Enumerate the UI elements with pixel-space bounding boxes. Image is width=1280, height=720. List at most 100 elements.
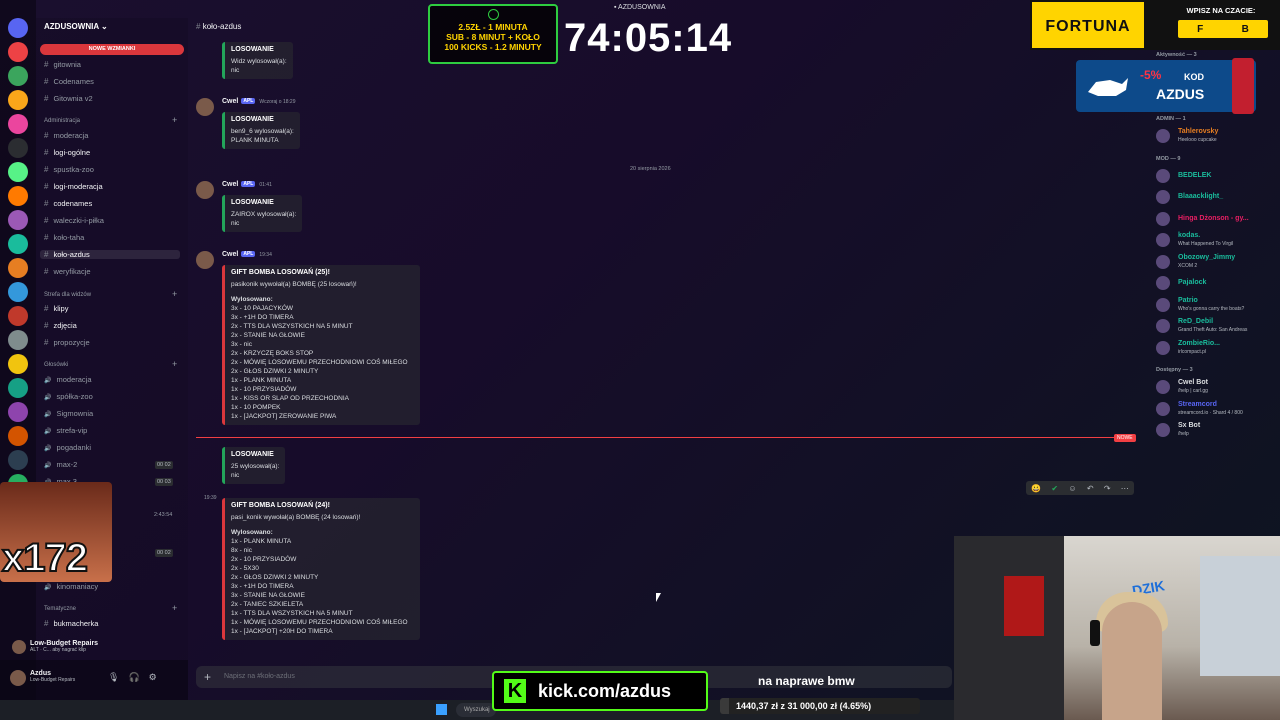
member-row[interactable]: ZombieRio... irlcompact.pl (1156, 340, 1274, 356)
channel-item[interactable]: # weryfikacje (44, 267, 91, 276)
add-channel-icon[interactable]: + (172, 289, 177, 299)
server-icon[interactable] (8, 378, 28, 398)
headphones-icon[interactable]: 🎧 (128, 672, 139, 683)
channel-item[interactable]: # Codenames (44, 77, 94, 86)
server-icon[interactable] (8, 114, 28, 134)
server-icon[interactable] (8, 450, 28, 470)
channel-item[interactable]: # bukmacherka (44, 619, 98, 628)
server-icon[interactable] (8, 42, 28, 62)
member-row[interactable]: Patrio Who's gonna carry the boats? (1156, 297, 1274, 313)
server-icon[interactable] (8, 330, 28, 350)
member-row[interactable]: ReD_Debil Grand Theft Auto: San Andreas (1156, 318, 1274, 334)
server-name[interactable]: AZDUSOWNIA ⌄ (44, 22, 108, 31)
channel-item[interactable]: # gitownia (44, 60, 81, 69)
taskbar-search[interactable]: Wyszukaj (456, 703, 496, 717)
server-icon[interactable] (8, 90, 28, 110)
embed-line: 1x - TTS DLA WSZYSTKICH NA 5 MINUT (231, 610, 353, 617)
message-avatar[interactable] (196, 98, 214, 116)
hash-icon: # (44, 182, 49, 191)
message-author[interactable]: Cwel (222, 98, 238, 105)
server-icon[interactable] (8, 162, 28, 182)
user-avatar[interactable] (10, 670, 26, 686)
server-icon[interactable] (8, 354, 28, 374)
donation-rules-box: 2.5ZŁ - 1 MINUTA SUB - 8 MINUT + KOŁO 10… (428, 4, 558, 64)
server-icon[interactable] (8, 66, 28, 86)
embed-line: 1x - 10 PRZYSIADÓW (231, 386, 297, 393)
member-row[interactable]: Blaaacklight_ (1156, 189, 1274, 205)
message-author[interactable]: Cwel (222, 181, 238, 188)
forward-icon[interactable]: ↷ (1104, 484, 1111, 493)
embed-title: LOSOWANIE (231, 46, 274, 53)
channel-label: Gitownia v2 (53, 94, 93, 103)
channel-item[interactable]: # klipy (44, 304, 68, 313)
category-header[interactable]: Tematyczne (44, 606, 76, 612)
server-icon[interactable] (8, 282, 28, 302)
channel-item[interactable]: # moderacja (44, 131, 88, 140)
category-header[interactable]: Strefa dla widzów (44, 292, 91, 298)
server-icon[interactable] (8, 18, 28, 38)
member-row[interactable]: kodas. What Happened To Virgil (1156, 232, 1274, 248)
member-name: ZombieRio... (1178, 339, 1220, 347)
message-author[interactable]: Cwel (222, 251, 238, 258)
reply-icon[interactable]: ↶ (1087, 484, 1094, 493)
channel-item[interactable]: 🔊 moderacja (44, 375, 92, 384)
add-channel-icon[interactable]: + (172, 115, 177, 125)
member-row[interactable]: BEDELEK (1156, 168, 1274, 184)
add-channel-icon[interactable]: + (172, 359, 177, 369)
new-mentions-bar[interactable]: NOWE WZMIANKI (40, 44, 184, 55)
channel-item[interactable]: 🔊 pogadanki (44, 443, 91, 452)
emoji-react-icon[interactable]: 😀 (1031, 484, 1041, 493)
embed-line: PLANK MINUTA (231, 137, 279, 144)
windows-icon[interactable] (436, 704, 447, 715)
speaker-icon: 🔊 (44, 446, 52, 452)
category-header[interactable]: Administracja (44, 118, 80, 124)
add-attachment-icon[interactable]: + (204, 666, 211, 688)
category-header[interactable]: Głosówki (44, 362, 68, 368)
server-icon[interactable] (8, 234, 28, 254)
channel-item[interactable]: # koło-azdus (40, 250, 180, 259)
server-icon[interactable] (8, 426, 28, 446)
channel-item[interactable]: # spustka-zoo (44, 165, 94, 174)
server-icon[interactable] (8, 306, 28, 326)
channel-item[interactable]: 🔊 strefa-vip (44, 426, 87, 435)
channel-item[interactable]: 🔊 spółka-zoo (44, 392, 93, 401)
channel-item[interactable]: # zdjęcia (44, 321, 77, 330)
channel-item[interactable]: # propozycje (44, 338, 90, 347)
react-icon[interactable]: ☺ (1068, 484, 1076, 493)
more-icon[interactable]: ⋯ (1121, 484, 1129, 493)
gear-icon[interactable]: ⚙ (149, 672, 157, 683)
mic-icon[interactable]: 🎙 (108, 672, 119, 683)
channel-item[interactable]: # Gitownia v2 (44, 94, 93, 103)
member-row[interactable]: Sx Bot/help (1156, 422, 1274, 438)
channel-item[interactable]: 🔊 max-2 (44, 460, 77, 469)
server-icon[interactable] (8, 138, 28, 158)
member-name: Patrio (1178, 296, 1198, 304)
server-icon[interactable] (8, 402, 28, 422)
channel-item[interactable]: 🔊 kinomaniacy (44, 582, 98, 591)
channel-item[interactable]: # logi-ogólne (44, 148, 90, 157)
server-icon[interactable] (8, 186, 28, 206)
user-info[interactable]: Azdus Low-Budget Repairs (30, 670, 75, 683)
server-icon[interactable] (8, 210, 28, 230)
channel-item[interactable]: # koło-taha (44, 233, 84, 242)
channel-item[interactable]: # logi-moderacja (44, 182, 103, 191)
member-row[interactable]: Cwel Bot/help | carl.gg (1156, 379, 1274, 395)
member-row[interactable]: Tahlerovsky Heelooo cupcake (1156, 128, 1274, 144)
fortuna-key: F (1197, 23, 1204, 35)
member-row[interactable]: Pajalock (1156, 275, 1274, 291)
channel-item[interactable]: # codenames (44, 199, 92, 208)
member-row[interactable]: Hinga Dżonson - gy... (1156, 211, 1274, 227)
check-react-icon[interactable]: ✔ (1051, 484, 1058, 493)
channel-item[interactable]: # waleczki-i-piłka (44, 216, 104, 225)
message-time: 19:39 (204, 495, 217, 501)
server-icon[interactable] (8, 258, 28, 278)
embed-line: nic (231, 220, 240, 227)
member-row[interactable]: Obozowy_Jimmy XCOM 2 (1156, 254, 1274, 270)
message-avatar[interactable] (196, 181, 214, 199)
member-row[interactable]: Streamcord streamcord.io · Shard 4 / 800 (1156, 401, 1274, 417)
channel-label: koło-azdus (53, 250, 90, 259)
add-channel-icon[interactable]: + (172, 603, 177, 613)
voice-user-count: 00 02 (155, 461, 173, 469)
channel-item[interactable]: 🔊 Sigmownia (44, 409, 93, 418)
message-avatar[interactable] (196, 251, 214, 269)
